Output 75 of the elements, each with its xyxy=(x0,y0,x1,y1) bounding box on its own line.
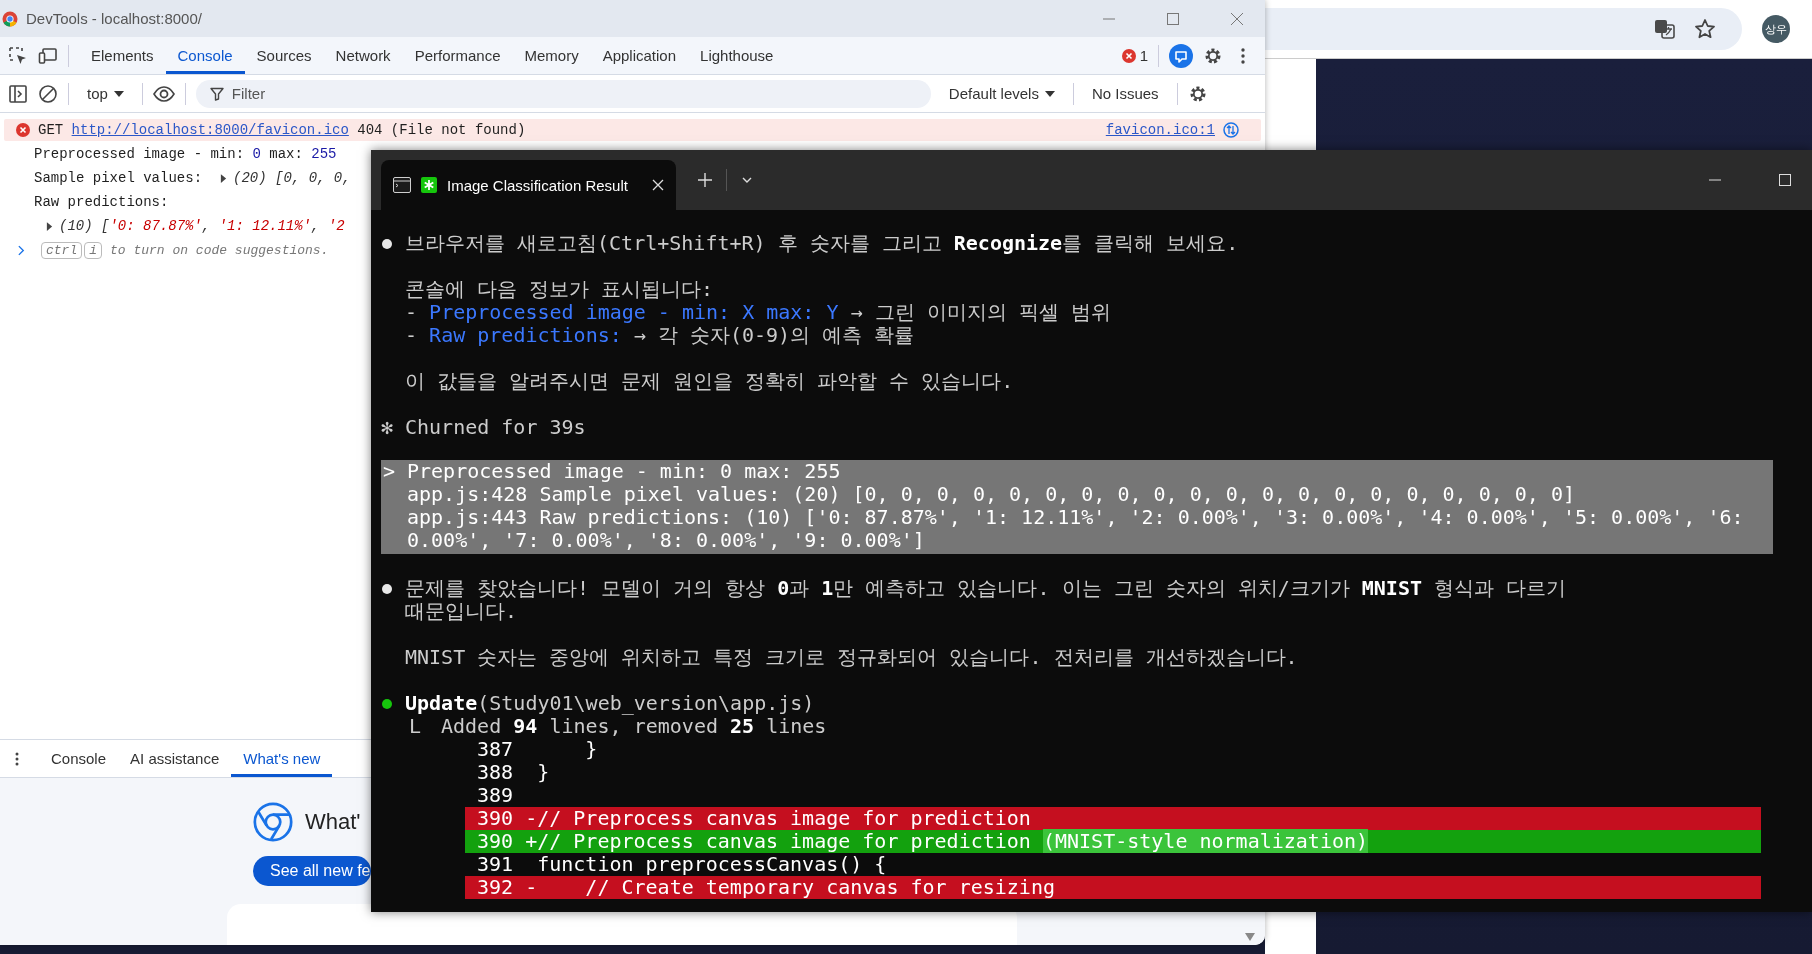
hint-text: to turn on code suggestions. xyxy=(110,243,329,258)
error-icon xyxy=(16,123,30,137)
output-text: 0.00%', '7: 0.00%', '8: 0.00%', '9: 0.00%'] xyxy=(407,529,925,552)
expand-arrow-icon[interactable] xyxy=(220,173,228,183)
terminal-text: 때문입니다. xyxy=(405,600,518,623)
terminal-icon xyxy=(393,177,411,193)
drawer-tab[interactable]: AI assistance xyxy=(118,740,232,777)
ai-assistant-icon[interactable] xyxy=(1169,43,1193,68)
panel-tab[interactable]: Network xyxy=(323,37,403,74)
expand-arrow-icon[interactable] xyxy=(46,221,53,231)
chrome-logo-icon xyxy=(2,10,18,27)
console-message: Preprocessed image - min: 0 max: 255 xyxy=(34,146,337,162)
translate-icon[interactable] xyxy=(1654,18,1676,40)
url-link[interactable]: http://localhost:8000/favicon.ico xyxy=(71,122,349,138)
caret-icon xyxy=(113,88,124,99)
sidebar-toggle-icon[interactable] xyxy=(8,83,28,104)
keyboard-key: i xyxy=(84,242,103,259)
terminal-text: - Preprocessed image - min: X max: Y → 그린 이미지의 픽셀 범위 xyxy=(405,301,1111,324)
caret-icon xyxy=(1044,88,1055,99)
terminal-text: 이 값들을 알려주시면 문제 원인을 정확히 파악할 수 있습니다. xyxy=(405,370,1014,393)
context-dropdown[interactable]: top xyxy=(79,81,132,106)
output-text: app.js:443 Raw predictions: (10) ['0: 87.87%', '1: 12.11%', '2: 0.00%', '3: 0.00%', '4: 0.00%', '5: 0.00%', '6: xyxy=(407,506,1744,529)
terminal-text: Churned for 39s xyxy=(405,416,586,439)
diff-line: 388 } xyxy=(476,761,551,784)
terminal-text: Update(Study01\web_version\app.js) xyxy=(405,692,815,715)
output-text: Preprocessed image - min: 0 max: 255 xyxy=(407,460,841,483)
window-title: DevTools - localhost:8000/ xyxy=(26,10,202,27)
profile-avatar[interactable]: 상우 xyxy=(1762,15,1790,43)
new-tab-icon[interactable] xyxy=(698,173,712,187)
diff-line: 389 xyxy=(476,784,515,807)
error-icon xyxy=(1121,48,1136,63)
panel-tab[interactable]: Lighthouse xyxy=(688,37,786,74)
star-icon[interactable] xyxy=(1694,18,1716,40)
see-all-button[interactable]: See all new fe xyxy=(253,856,371,886)
panel-tab[interactable]: Memory xyxy=(512,37,591,74)
object-preview[interactable]: (10) ['0: 87.87%', '1: 12.11%', '2 xyxy=(59,218,345,234)
inspect-icon[interactable] xyxy=(8,45,28,66)
asterisk-icon xyxy=(421,177,437,193)
panel-tab[interactable]: Console xyxy=(165,37,245,74)
issues-button[interactable]: No Issues xyxy=(1083,81,1167,106)
terminal-text: MNIST 숫자는 중앙에 위치하고 특정 크기로 정규화되어 있습니다. 전처리를 개선하겠습니다. xyxy=(405,646,1298,669)
console-message: Raw predictions: xyxy=(34,194,169,210)
chrome-logo-icon xyxy=(253,802,293,842)
drawer-tab[interactable]: Console xyxy=(39,740,119,777)
scroll-down-icon[interactable] xyxy=(1245,933,1255,941)
tree-branch: L xyxy=(408,715,423,738)
network-request-icon[interactable] xyxy=(1223,122,1239,138)
panel-tab[interactable]: Application xyxy=(590,37,689,74)
error-count-badge[interactable]: 1 xyxy=(1121,47,1148,64)
terminal-text: 문제를 찾았습니다! 모델이 거의 항상 0과 1만 예측하고 있습니다. 이는 그린 숫자의 위치/크기가 MNIST 형식과 다르기 xyxy=(405,577,1567,600)
panel-title: What' xyxy=(305,809,361,835)
terminal-tab[interactable]: Image Classification Result xyxy=(381,160,676,210)
filter-icon xyxy=(209,86,224,101)
panel-tab[interactable]: Sources xyxy=(244,37,324,74)
terminal-text: 브라우저를 새로고침(Ctrl+Shift+R) 후 숫자를 그리고 Recognize를 클릭해 보세요. xyxy=(405,232,1239,255)
panel-tab[interactable]: Performance xyxy=(402,37,513,74)
terminal-text: - Raw predictions: → 각 숫자(0-9)의 예측 확률 xyxy=(405,324,915,347)
filter-field[interactable]: Filter xyxy=(195,79,931,108)
terminal-text: 콘솔에 다음 정보가 표시됩니다: xyxy=(405,278,714,301)
keyboard-key: ctrl xyxy=(41,242,83,259)
output-text: app.js:428 Sample pixel values: (20) [0, 0, 0, 0, 0, 0, 0, 0, 0, 0, 0, 0, 0, 0, 0, 0, 0, 0, 0, 0] xyxy=(407,483,1575,506)
device-toolbar-icon[interactable] xyxy=(38,45,58,66)
object-preview[interactable]: (20) [0, 0, 0, xyxy=(233,170,351,186)
console-message: Sample pixel values: xyxy=(34,170,203,186)
prompt-glyph: > xyxy=(383,460,396,483)
clear-console-icon[interactable] xyxy=(38,83,58,104)
prompt-icon xyxy=(18,245,25,256)
panel-tab[interactable]: Elements xyxy=(79,37,166,74)
source-link[interactable]: favicon.ico:1 xyxy=(1105,122,1215,138)
spinner-glyph: ✻ xyxy=(381,416,394,439)
console-message: GET http://localhost:8000/favicon.ico 404 (File not found) xyxy=(38,122,526,138)
diff-line: 387 } xyxy=(476,738,599,761)
diff-line: 391 function preprocessCanvas() { xyxy=(476,853,888,876)
terminal-text: Added 94 lines, removed 25 lines xyxy=(441,715,827,738)
log-levels-dropdown[interactable]: Default levels xyxy=(940,81,1063,106)
